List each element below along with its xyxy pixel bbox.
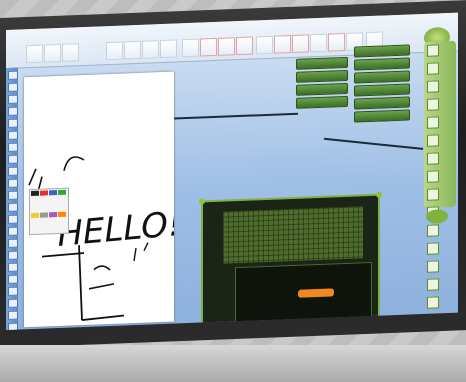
tool-icon[interactable] [8, 298, 18, 308]
dock-icon[interactable] [427, 188, 439, 201]
left-toolbar [6, 67, 18, 330]
tool-icon[interactable] [8, 226, 18, 236]
ribbon-button[interactable] [292, 34, 309, 54]
dock-icon[interactable] [427, 134, 439, 147]
ribbon-button[interactable] [182, 38, 199, 58]
menu-item[interactable] [296, 69, 348, 83]
ribbon-button[interactable] [62, 43, 79, 62]
ink-stroke [28, 156, 85, 192]
tool-icon[interactable] [8, 70, 18, 80]
ribbon-button[interactable] [310, 33, 327, 53]
tool-icon[interactable] [8, 202, 18, 212]
dock-icon[interactable] [427, 44, 439, 57]
tool-icon[interactable] [8, 130, 18, 140]
pen-swatch[interactable] [49, 190, 57, 196]
tool-icon[interactable] [8, 286, 18, 296]
tool-icon[interactable] [8, 142, 18, 152]
tool-icon[interactable] [8, 166, 18, 176]
menu-item[interactable] [354, 96, 410, 110]
popup-menu-left [296, 56, 348, 111]
dock-icon[interactable] [427, 224, 439, 237]
drawing-canvas[interactable]: HELLO! [24, 71, 174, 328]
dock-expand-icon[interactable] [426, 209, 448, 224]
word-search-grid[interactable] [223, 206, 363, 264]
question-prompt [236, 263, 371, 272]
tool-icon[interactable] [8, 190, 18, 200]
ink-stroke [88, 265, 115, 290]
game-window [199, 191, 382, 330]
tool-icon[interactable] [8, 250, 18, 260]
window-corner-icon [199, 198, 205, 205]
pen-swatch[interactable] [31, 212, 39, 218]
ribbon-button[interactable] [124, 40, 141, 60]
ribbon-button[interactable] [218, 37, 235, 56]
ribbon-button[interactable] [200, 37, 217, 57]
tool-icon[interactable] [8, 274, 18, 284]
tool-icon[interactable] [8, 262, 18, 272]
ribbon-button[interactable] [44, 43, 61, 63]
menu-item[interactable] [296, 82, 348, 96]
tool-icon[interactable] [8, 178, 18, 188]
handwritten-text: HELLO! [56, 204, 174, 255]
tool-icon[interactable] [8, 238, 18, 248]
pen-swatch[interactable] [40, 190, 48, 196]
dock-icon[interactable] [427, 242, 439, 255]
dock-icon[interactable] [427, 170, 439, 183]
ribbon-button[interactable] [142, 40, 159, 59]
pen-swatch[interactable] [49, 211, 57, 217]
menu-item[interactable] [354, 70, 410, 84]
answer-button[interactable] [298, 288, 334, 298]
pen-swatch[interactable] [58, 189, 66, 196]
tool-icon[interactable] [8, 118, 18, 128]
dock-icon[interactable] [427, 116, 439, 129]
dock-icon[interactable] [427, 296, 439, 309]
tool-icon[interactable] [8, 310, 18, 320]
ribbon-button[interactable] [160, 39, 177, 59]
tool-icon[interactable] [8, 322, 18, 330]
menu-item[interactable] [354, 83, 410, 97]
tool-icon[interactable] [8, 82, 18, 92]
right-dock [424, 40, 456, 327]
pen-swatch[interactable] [31, 190, 39, 197]
monitor-screen: HELLO! [6, 12, 458, 330]
menu-item[interactable] [296, 56, 348, 70]
pen-swatch[interactable] [40, 211, 48, 218]
ribbon-button[interactable] [236, 36, 253, 56]
popup-menu-right [354, 44, 410, 124]
tool-icon[interactable] [8, 154, 18, 164]
tool-icon[interactable] [8, 214, 18, 224]
ribbon-button[interactable] [106, 41, 123, 61]
pen-palette[interactable] [29, 187, 69, 236]
dock-icon[interactable] [427, 260, 439, 273]
connector-line [174, 112, 298, 120]
dock-icon[interactable] [427, 62, 439, 75]
ribbon-button[interactable] [256, 35, 273, 55]
dock-icon[interactable] [427, 152, 439, 165]
menu-item[interactable] [296, 95, 348, 109]
connector-line [323, 137, 424, 150]
pen-swatch[interactable] [58, 211, 66, 217]
menu-item[interactable] [354, 109, 410, 123]
tool-icon[interactable] [8, 94, 18, 104]
monitor-ledge [0, 345, 466, 382]
window-corner-icon [376, 191, 382, 198]
menu-item[interactable] [354, 57, 410, 71]
ribbon-button[interactable] [274, 35, 291, 54]
dock-icon[interactable] [427, 278, 439, 291]
ink-stroke [41, 245, 125, 321]
ribbon-button[interactable] [328, 32, 345, 52]
ribbon-button[interactable] [26, 44, 43, 64]
dock-icon[interactable] [427, 98, 439, 111]
dock-icon[interactable] [427, 80, 439, 93]
menu-item[interactable] [354, 44, 410, 58]
ribbon-tabs [24, 34, 66, 36]
tool-icon[interactable] [8, 106, 18, 116]
